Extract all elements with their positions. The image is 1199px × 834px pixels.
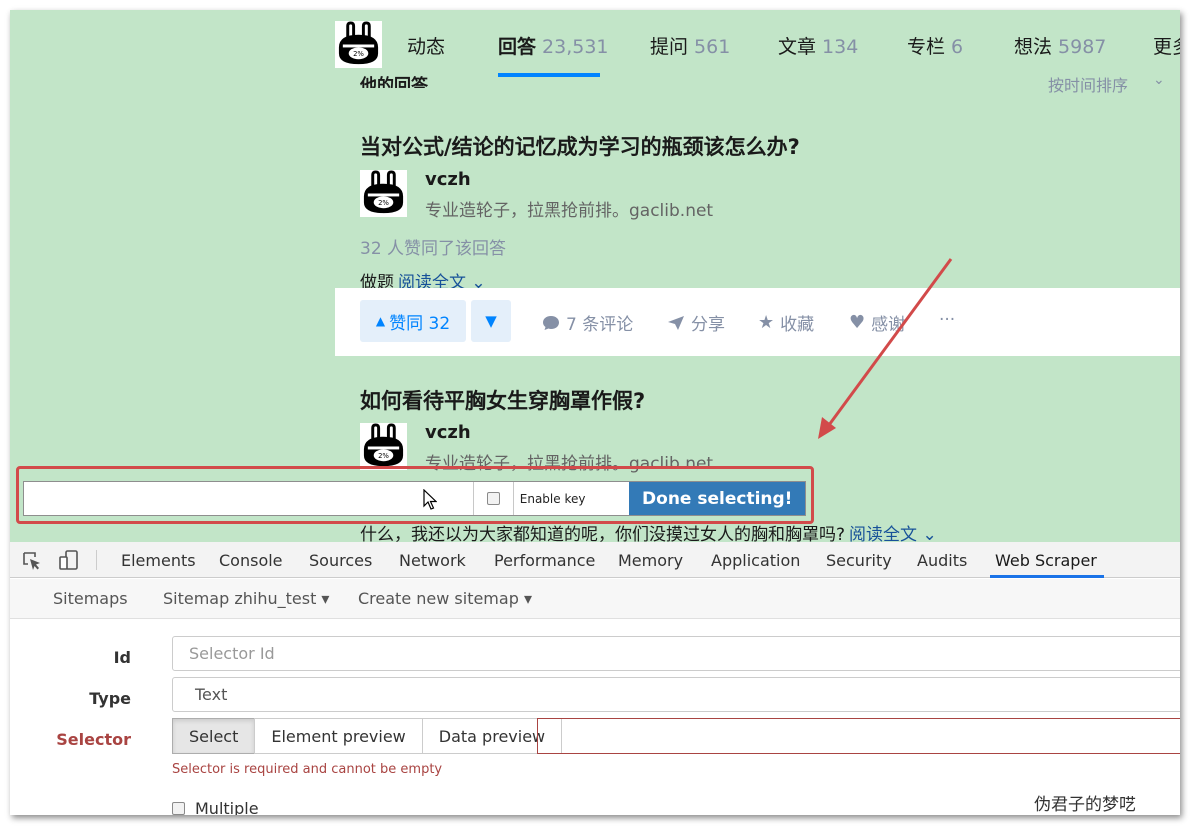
annotation-arrow — [818, 258, 953, 439]
watermark: 伪君子的梦呓 — [1034, 795, 1136, 815]
